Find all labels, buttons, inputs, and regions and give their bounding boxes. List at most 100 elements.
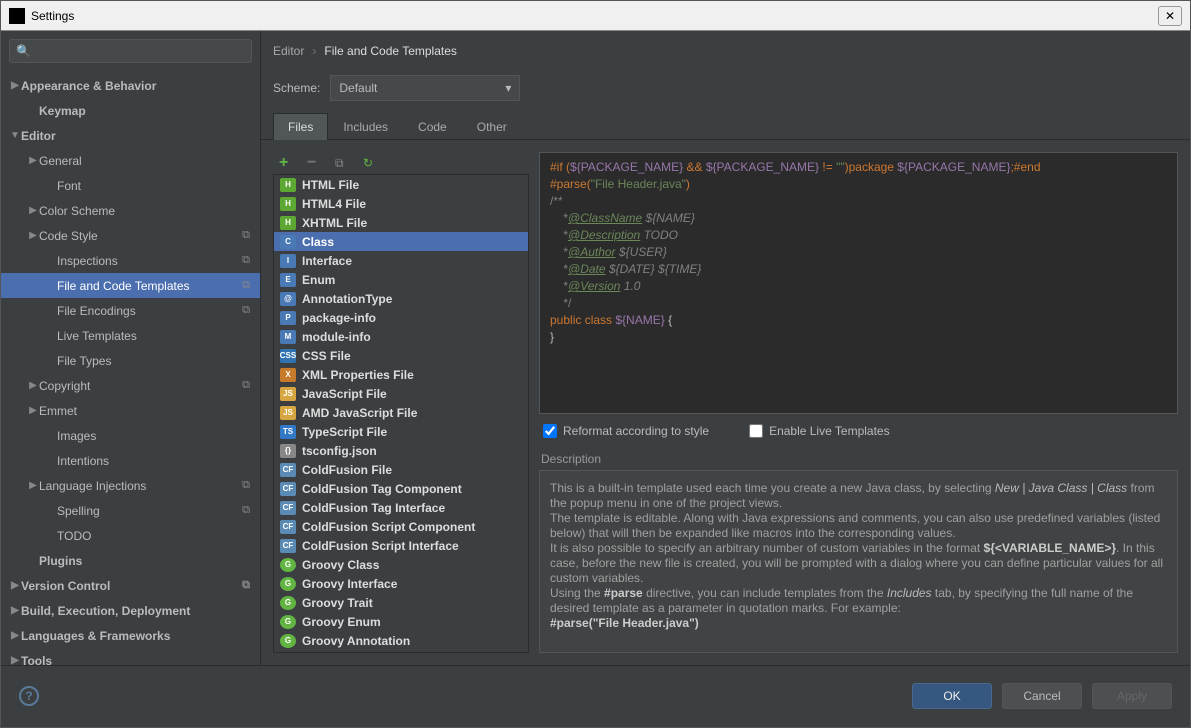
template-coldfusion-tag-component[interactable]: CFColdFusion Tag Component <box>274 479 528 498</box>
chevron-down-icon: ▾ <box>505 81 511 95</box>
sidebar-item-file-encodings[interactable]: File Encodings⧉ <box>1 298 260 323</box>
sidebar-item-tools[interactable]: Tools <box>1 648 260 665</box>
template-annotationtype[interactable]: @AnnotationType <box>274 289 528 308</box>
template-html-file[interactable]: HHTML File <box>274 175 528 194</box>
project-icon: ⧉ <box>242 254 250 267</box>
sidebar-item-build-execution-deployment[interactable]: Build, Execution, Deployment <box>1 598 260 623</box>
sidebar-item-keymap[interactable]: Keymap <box>1 98 260 123</box>
sidebar-item-version-control[interactable]: Version Control⧉ <box>1 573 260 598</box>
template-label: XML Properties File <box>302 368 414 382</box>
copy-icon[interactable]: ⧉ <box>335 156 349 170</box>
sidebar-item-code-style[interactable]: Code Style⧉ <box>1 223 260 248</box>
tab-other[interactable]: Other <box>462 113 522 140</box>
template-label: Interface <box>302 254 352 268</box>
sidebar-item-editor[interactable]: Editor <box>1 123 260 148</box>
sidebar-item-general[interactable]: General <box>1 148 260 173</box>
template-label: TypeScript File <box>302 425 387 439</box>
template-coldfusion-script-component[interactable]: CFColdFusion Script Component <box>274 517 528 536</box>
sidebar-item-todo[interactable]: TODO <box>1 523 260 548</box>
breadcrumb: Editor › File and Code Templates <box>261 31 1190 71</box>
tree-label: Keymap <box>39 104 86 118</box>
template-groovy-interface[interactable]: GGroovy Interface <box>274 574 528 593</box>
template-coldfusion-tag-interface[interactable]: CFColdFusion Tag Interface <box>274 498 528 517</box>
template-package-info[interactable]: Ppackage-info <box>274 308 528 327</box>
apply-button[interactable]: Apply <box>1092 683 1172 709</box>
search-input[interactable]: 🔍 <box>9 39 252 63</box>
tab-includes[interactable]: Includes <box>328 113 403 140</box>
sidebar-item-copyright[interactable]: Copyright⧉ <box>1 373 260 398</box>
cf-icon: CF <box>280 482 296 496</box>
tab-code[interactable]: Code <box>403 113 462 140</box>
template-groovy-enum[interactable]: GGroovy Enum <box>274 612 528 631</box>
tree-label: File Encodings <box>57 304 136 318</box>
close-button[interactable]: ✕ <box>1158 6 1182 26</box>
sidebar-item-inspections[interactable]: Inspections ⧉ <box>1 248 260 273</box>
tree-label: Inspections <box>57 254 118 268</box>
template-label: AMD JavaScript File <box>302 406 417 420</box>
template-amd-javascript-file[interactable]: JSAMD JavaScript File <box>274 403 528 422</box>
sidebar-item-images[interactable]: Images <box>1 423 260 448</box>
html-icon: H <box>280 216 296 230</box>
template-class[interactable]: CClass <box>274 232 528 251</box>
cancel-button[interactable]: Cancel <box>1002 683 1082 709</box>
template-groovy-annotation[interactable]: GGroovy Annotation <box>274 631 528 650</box>
app-icon <box>9 8 25 24</box>
sidebar-item-language-injections[interactable]: Language Injections⧉ <box>1 473 260 498</box>
template-javascript-file[interactable]: JSJavaScript File <box>274 384 528 403</box>
template-module-info[interactable]: Mmodule-info <box>274 327 528 346</box>
template-css-file[interactable]: CSSCSS File <box>274 346 528 365</box>
sidebar-item-spelling[interactable]: Spelling⧉ <box>1 498 260 523</box>
css-icon: CSS <box>280 349 296 363</box>
tree-label: Spelling <box>57 504 100 518</box>
tab-files[interactable]: Files <box>273 113 328 140</box>
sidebar-item-appearance-behavior[interactable]: Appearance & Behavior <box>1 73 260 98</box>
project-icon: ⧉ <box>242 479 250 492</box>
breadcrumb-root[interactable]: Editor <box>273 44 304 58</box>
sidebar-item-languages-frameworks[interactable]: Languages & Frameworks <box>1 623 260 648</box>
add-icon[interactable]: + <box>279 156 293 170</box>
live-templates-checkbox[interactable]: Enable Live Templates <box>749 424 890 438</box>
template-editor[interactable]: #if (${PACKAGE_NAME} && ${PACKAGE_NAME} … <box>539 152 1178 414</box>
arrow-icon <box>9 655 21 665</box>
sidebar-item-live-templates[interactable]: Live Templates <box>1 323 260 348</box>
sidebar-item-file-types[interactable]: File Types <box>1 348 260 373</box>
template-label: tsconfig.json <box>302 444 377 458</box>
template-groovy-class[interactable]: GGroovy Class <box>274 555 528 574</box>
cls-icon: M <box>280 330 296 344</box>
template-label: HTML4 File <box>302 197 366 211</box>
template-groovy-trait[interactable]: GGroovy Trait <box>274 593 528 612</box>
template-label: AnnotationType <box>302 292 392 306</box>
sidebar-item-color-scheme[interactable]: Color Scheme <box>1 198 260 223</box>
remove-icon[interactable]: − <box>307 156 321 170</box>
template-label: Groovy Annotation <box>302 634 410 648</box>
template-label: Enum <box>302 273 335 287</box>
template-interface[interactable]: IInterface <box>274 251 528 270</box>
refresh-icon[interactable]: ↻ <box>363 156 377 170</box>
json-icon: {} <box>280 444 296 458</box>
template-coldfusion-script-interface[interactable]: CFColdFusion Script Interface <box>274 536 528 555</box>
sidebar-item-font[interactable]: Font <box>1 173 260 198</box>
help-icon[interactable]: ? <box>19 686 39 706</box>
scheme-select[interactable]: Default ▾ <box>330 75 520 101</box>
window-title: Settings <box>31 9 74 23</box>
sidebar-item-emmet[interactable]: Emmet <box>1 398 260 423</box>
template-xhtml-file[interactable]: HXHTML File <box>274 213 528 232</box>
xml-icon: X <box>280 368 296 382</box>
arrow-icon <box>27 380 39 391</box>
template-typescript-file[interactable]: TSTypeScript File <box>274 422 528 441</box>
arrow-icon <box>9 630 21 641</box>
sidebar-item-intentions[interactable]: Intentions <box>1 448 260 473</box>
template-coldfusion-file[interactable]: CFColdFusion File <box>274 460 528 479</box>
reformat-checkbox[interactable]: Reformat according to style <box>543 424 709 438</box>
template-html-file[interactable]: HHTML4 File <box>274 194 528 213</box>
tree-label: Emmet <box>39 404 77 418</box>
sidebar-item-file-and-code-templates[interactable]: File and Code Templates⧉ <box>1 273 260 298</box>
arrow-icon <box>9 580 21 591</box>
settings-tree: Appearance & Behavior Keymap EditorGeneral… <box>1 71 260 665</box>
ok-button[interactable]: OK <box>912 683 992 709</box>
template-enum[interactable]: EEnum <box>274 270 528 289</box>
sidebar-item-plugins[interactable]: Plugins <box>1 548 260 573</box>
template-tsconfig-json[interactable]: {} tsconfig.json <box>274 441 528 460</box>
template-xml-properties-file[interactable]: X XML Properties File <box>274 365 528 384</box>
template-list[interactable]: HHTML FileHHTML4 FileHXHTML FileCClassII… <box>273 174 529 653</box>
